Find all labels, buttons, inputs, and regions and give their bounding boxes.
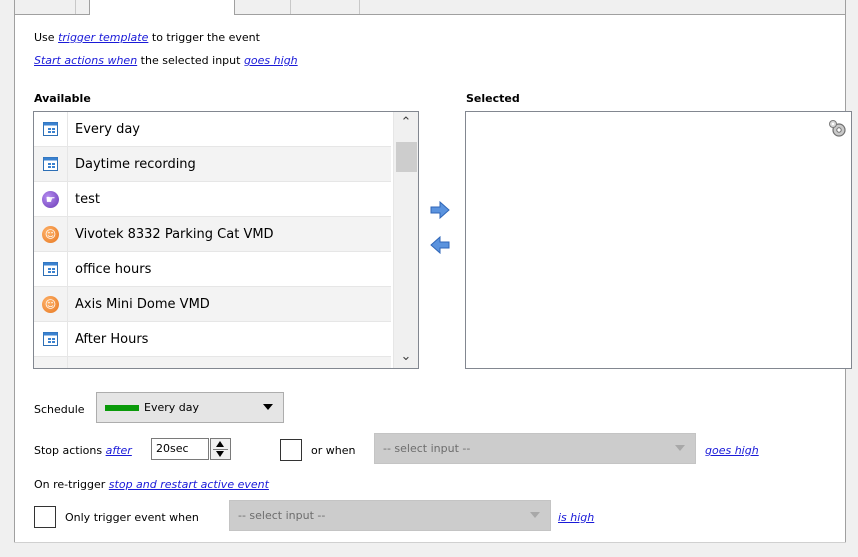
list-item-label: Every day	[75, 122, 140, 137]
list-item-label: test	[75, 192, 100, 207]
schedule-label: Schedule	[34, 403, 85, 416]
calendar-icon	[43, 122, 58, 136]
list-item[interactable]: ☺ Axis Mini Dome VMD	[34, 287, 391, 322]
duration-stepper[interactable]	[210, 438, 231, 460]
chevron-down-icon	[530, 512, 540, 518]
retrigger-link[interactable]: stop and restart active event	[109, 478, 269, 491]
list-item-label: Daytime recording	[75, 157, 196, 172]
goes-high-link[interactable]: goes high	[244, 54, 298, 67]
move-right-arrow-icon[interactable]	[429, 201, 451, 219]
available-label: Available	[34, 92, 91, 105]
move-left-arrow-icon[interactable]	[429, 236, 451, 254]
chevron-down-icon	[675, 445, 685, 451]
stop-input-select[interactable]: -- select input --	[374, 433, 696, 464]
selected-list[interactable]	[465, 111, 852, 369]
stepper-down-icon[interactable]	[216, 451, 224, 457]
hand-pointer-icon: ☛	[42, 191, 59, 208]
stop-input-placeholder: -- select input --	[383, 442, 471, 455]
selected-label: Selected	[466, 92, 520, 105]
trigger-prefix: Use	[34, 31, 55, 44]
chevron-down-icon	[263, 404, 273, 410]
list-item[interactable]: Daytime recording	[34, 147, 391, 182]
gear-icon[interactable]	[827, 118, 847, 138]
list-item[interactable]: Every day	[34, 112, 391, 147]
calendar-icon	[43, 332, 58, 346]
tab-divider	[359, 0, 360, 14]
start-actions-link[interactable]: Start actions when	[34, 54, 137, 67]
schedule-dropdown[interactable]: Every day	[96, 392, 284, 423]
bottom-bar	[14, 542, 846, 557]
tab-divider	[290, 0, 291, 14]
start-actions-line: Start actions when the selected input go…	[34, 54, 298, 67]
stop-duration-input[interactable]: 20sec	[151, 438, 209, 460]
list-item-label: Axis Mini Dome VMD	[75, 297, 210, 312]
only-trigger-checkbox[interactable]	[34, 506, 56, 528]
start-actions-middle: the selected input	[140, 54, 241, 67]
retrigger-label: On re-trigger	[34, 478, 106, 491]
trigger-template-link[interactable]: trigger template	[58, 31, 148, 44]
only-trigger-placeholder: -- select input --	[238, 509, 326, 522]
schedule-value: Every day	[144, 401, 199, 414]
or-when-checkbox[interactable]	[280, 439, 302, 461]
list-item[interactable]: office hours	[34, 252, 391, 287]
motion-person-icon: ☺	[42, 226, 59, 243]
list-item[interactable]: ☛ test	[34, 182, 391, 217]
stop-goes-high-link[interactable]: goes high	[705, 444, 759, 457]
tab-strip	[14, 0, 846, 15]
list-scrollbar[interactable]: ⌃ ⌄	[393, 112, 418, 368]
schedule-color-swatch	[105, 405, 139, 411]
calendar-icon	[43, 262, 58, 276]
scroll-down-icon[interactable]: ⌄	[394, 346, 418, 368]
list-item[interactable]: After Hours	[34, 322, 391, 357]
list-item-label: After Hours	[75, 332, 149, 347]
window-frame-left	[0, 0, 15, 557]
stop-actions-label: Stop actions	[34, 444, 103, 457]
only-trigger-select[interactable]: -- select input --	[229, 500, 551, 531]
is-high-link[interactable]: is high	[558, 511, 594, 524]
list-item[interactable]	[34, 357, 391, 368]
scroll-thumb[interactable]	[396, 142, 417, 172]
or-when-label: or when	[311, 444, 356, 457]
list-item-label: Vivotek 8332 Parking Cat VMD	[75, 227, 274, 242]
tab-divider	[75, 0, 76, 14]
only-trigger-label: Only trigger event when	[65, 511, 199, 524]
tab-active[interactable]	[89, 0, 235, 15]
trigger-template-line: Use trigger template to trigger the even…	[34, 31, 260, 44]
stop-actions-line: Stop actions after	[34, 444, 132, 457]
motion-person-icon: ☺	[42, 296, 59, 313]
list-item[interactable]: ☺ Vivotek 8332 Parking Cat VMD	[34, 217, 391, 252]
calendar-icon	[43, 157, 58, 171]
trigger-suffix: to trigger the event	[151, 31, 260, 44]
retrigger-line: On re-trigger stop and restart active ev…	[34, 478, 269, 491]
list-item-label: office hours	[75, 262, 152, 277]
stepper-up-icon[interactable]	[216, 441, 224, 447]
available-list[interactable]: Every day Daytime recording ☛ test ☺ Viv…	[33, 111, 419, 369]
scroll-up-icon[interactable]: ⌃	[394, 112, 418, 134]
stop-after-link[interactable]: after	[106, 444, 132, 457]
